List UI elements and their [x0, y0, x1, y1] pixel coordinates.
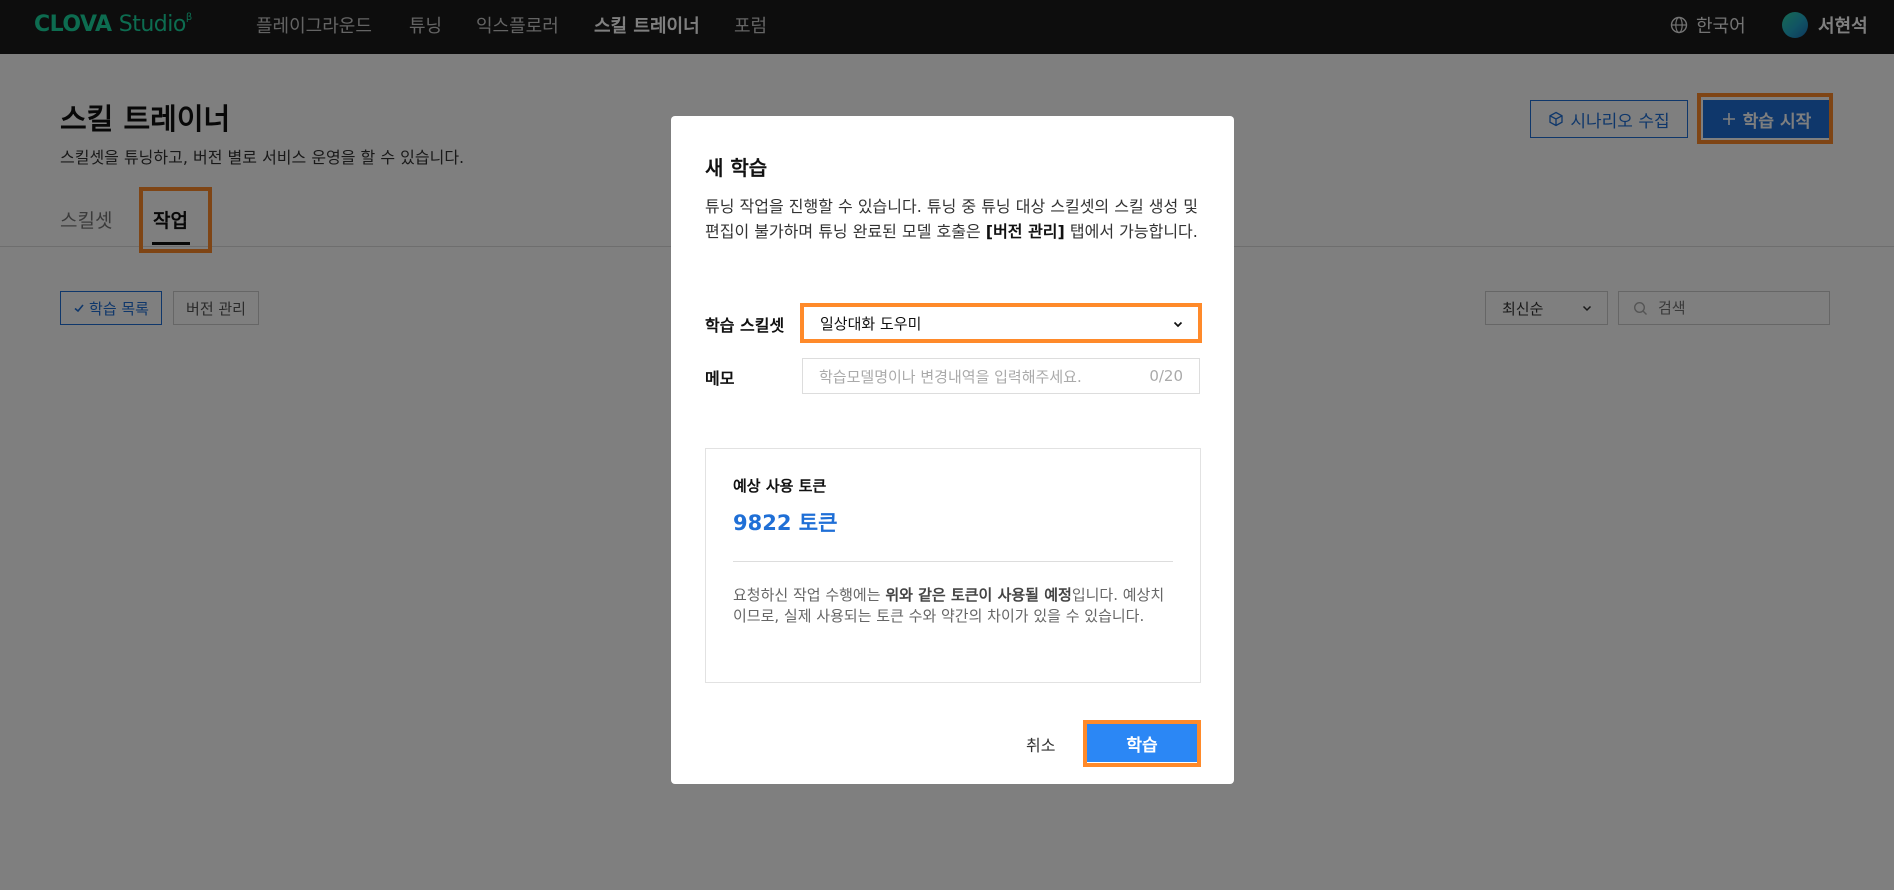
token-note-pre: 요청하신 작업 수행에는 [733, 586, 886, 604]
dialog-title: 새 학습 [705, 156, 768, 180]
token-estimate-label: 예상 사용 토큰 [733, 477, 827, 495]
memo-input[interactable]: 학습모델명이나 변경내역을 입력해주세요. 0/20 [802, 358, 1200, 394]
dialog-description-bold: [버전 관리] [985, 222, 1065, 241]
memo-counter: 0/20 [1149, 367, 1183, 385]
token-divider [733, 561, 1173, 562]
token-estimate-value: 9822 토큰 [733, 511, 838, 535]
dialog-description-post: 탭에서 가능합니다. [1064, 222, 1198, 241]
token-estimate-box: 예상 사용 토큰 9822 토큰 요청하신 작업 수행에는 위와 같은 토큰이 … [705, 448, 1201, 683]
new-training-dialog: 새 학습 튜닝 작업을 진행할 수 있습니다. 튜닝 중 튜닝 대상 스킬셋의 … [671, 116, 1234, 784]
skillset-label: 학습 스킬셋 [705, 316, 785, 335]
token-note: 요청하신 작업 수행에는 위와 같은 토큰이 사용될 예정입니다. 예상치이므로… [733, 585, 1173, 627]
memo-placeholder: 학습모델명이나 변경내역을 입력해주세요. [819, 367, 1082, 386]
memo-label: 메모 [705, 369, 735, 388]
cancel-button[interactable]: 취소 [1026, 732, 1055, 756]
token-note-bold: 위와 같은 토큰이 사용될 예정 [885, 586, 1072, 604]
highlight-skillset-select [800, 303, 1202, 343]
dialog-description: 튜닝 작업을 진행할 수 있습니다. 튜닝 중 튜닝 대상 스킬셋의 스킬 생성… [705, 194, 1205, 244]
highlight-train-button [1083, 720, 1201, 767]
